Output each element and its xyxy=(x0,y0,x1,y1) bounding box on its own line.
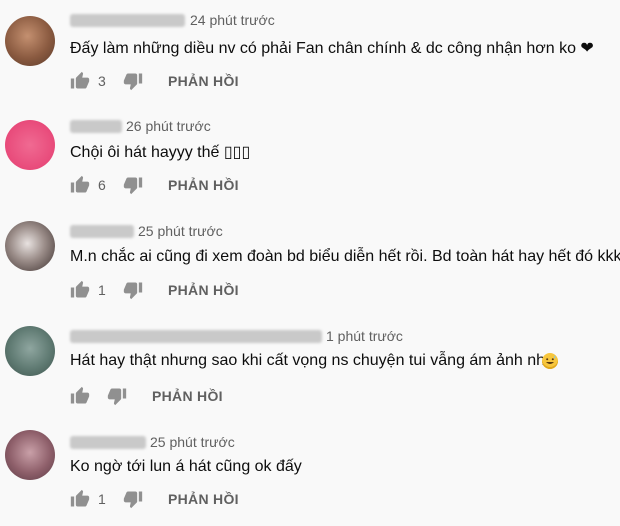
reply-button[interactable]: PHẢN HỒI xyxy=(168,282,239,298)
grinning-sweat-icon xyxy=(542,353,558,369)
comment-item: 26 phút trước Chội ôi hát hayyy thế ▯▯▯ … xyxy=(0,106,620,210)
dislike-button[interactable] xyxy=(123,489,143,509)
comment-timestamp[interactable]: 1 phút trước xyxy=(326,328,403,344)
thumbs-up-icon xyxy=(70,71,90,89)
thumbs-up-icon xyxy=(70,175,90,193)
comment-item: 25 phút trước Ko ngờ tới lun á hát cũng … xyxy=(0,422,620,526)
like-button[interactable] xyxy=(70,280,90,300)
reply-button[interactable]: PHẢN HỒI xyxy=(168,491,239,507)
comment-timestamp[interactable]: 24 phút trước xyxy=(190,12,275,28)
author-name[interactable] xyxy=(70,330,322,343)
avatar[interactable] xyxy=(5,430,55,480)
comment-timestamp[interactable]: 25 phút trước xyxy=(138,223,223,239)
comment-text: Hát hay thật nhưng sao khi cất vọng ns c… xyxy=(70,352,554,369)
dislike-button[interactable] xyxy=(107,386,127,406)
reply-button[interactable]: PHẢN HỒI xyxy=(152,388,223,404)
comment-timestamp[interactable]: 25 phút trước xyxy=(150,434,235,450)
like-button[interactable] xyxy=(70,175,90,195)
avatar[interactable] xyxy=(5,221,55,271)
thumbs-down-icon xyxy=(107,388,127,406)
comment-timestamp[interactable]: 26 phút trước xyxy=(126,118,211,134)
thumbs-up-icon xyxy=(70,386,90,404)
dislike-button[interactable] xyxy=(123,71,143,91)
author-name[interactable] xyxy=(70,120,122,133)
comment-item: 1 phút trước Hát hay thật nhưng sao khi … xyxy=(0,316,620,420)
like-button[interactable] xyxy=(70,489,90,509)
thumbs-up-icon xyxy=(70,489,90,507)
thumbs-up-icon xyxy=(70,280,90,298)
like-count: 3 xyxy=(98,73,106,89)
dislike-button[interactable] xyxy=(123,280,143,300)
comment-item: 24 phút trước Đấy làm những diều nv có p… xyxy=(0,0,620,104)
like-button[interactable] xyxy=(70,71,90,91)
author-name[interactable] xyxy=(70,14,185,27)
reply-button[interactable]: PHẢN HỒI xyxy=(168,177,239,193)
like-count: 1 xyxy=(98,491,106,507)
like-count: 6 xyxy=(98,177,106,193)
reply-button[interactable]: PHẢN HỒI xyxy=(168,73,239,89)
author-name[interactable] xyxy=(70,225,134,238)
avatar[interactable] xyxy=(5,326,55,376)
comment-text: M.n chắc ai cũng đi xem đoàn bd biểu diễ… xyxy=(70,248,620,265)
thumbs-down-icon xyxy=(123,73,143,91)
like-count: 1 xyxy=(98,282,106,298)
avatar[interactable] xyxy=(5,16,55,66)
comment-text: Chội ôi hát hayyy thế ▯▯▯ xyxy=(70,144,251,161)
dislike-button[interactable] xyxy=(123,175,143,195)
comment-text: Đấy làm những diều nv có phải Fan chân c… xyxy=(70,40,594,57)
thumbs-down-icon xyxy=(123,282,143,300)
author-name[interactable] xyxy=(70,436,146,449)
like-button[interactable] xyxy=(70,386,90,406)
avatar[interactable] xyxy=(5,120,55,170)
comment-item: 25 phút trước M.n chắc ai cũng đi xem đo… xyxy=(0,211,620,315)
comment-text: Ko ngờ tới lun á hát cũng ok đấy xyxy=(70,458,302,475)
thumbs-down-icon xyxy=(123,177,143,195)
thumbs-down-icon xyxy=(123,491,143,509)
